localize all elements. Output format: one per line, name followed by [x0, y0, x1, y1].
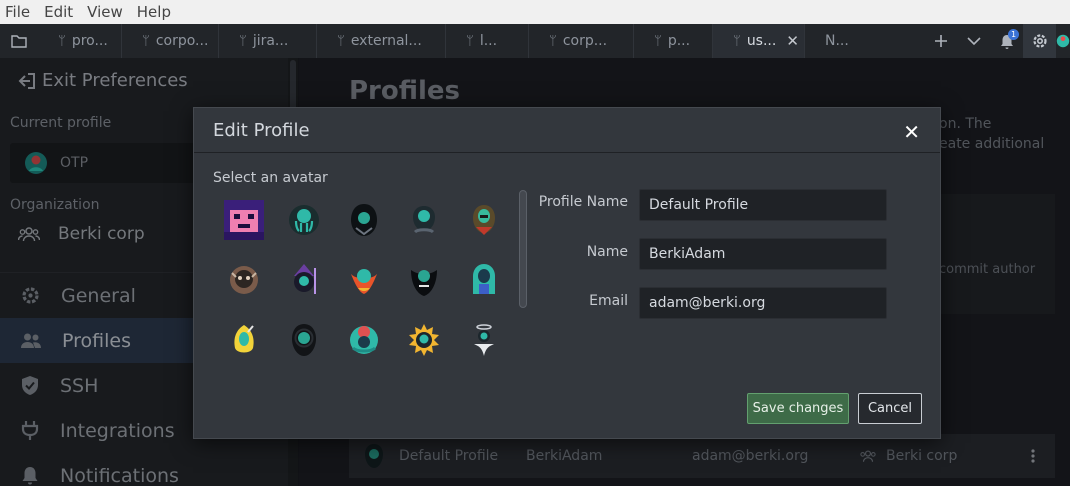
chevron-down-icon[interactable]	[957, 24, 990, 58]
edit-profile-dialog: Edit Profile ✕ Select an avatar Profile …	[193, 107, 941, 439]
fire-bird-avatar[interactable]	[334, 250, 394, 310]
cancel-button[interactable]: Cancel	[858, 393, 922, 424]
tab-repo-5[interactable]: ᛘ l...	[446, 24, 529, 58]
folder-icon[interactable]	[0, 24, 38, 58]
pixel-avatar[interactable]	[214, 190, 274, 250]
wizard-avatar[interactable]	[274, 250, 334, 310]
menu-view[interactable]: View	[87, 3, 123, 21]
tab-bar: ᛘ pro... ᛘ corpo... ᛘ jira... ᛘ external... …	[0, 24, 1070, 58]
branch-icon: ᛘ	[58, 33, 66, 49]
pharaoh-avatar[interactable]	[454, 250, 514, 310]
tab-repo-6[interactable]: ᛘ corp...	[529, 24, 634, 58]
account-avatar[interactable]	[1056, 24, 1070, 58]
branch-icon: ᛘ	[466, 33, 474, 49]
profile-name-label: Profile Name	[538, 194, 628, 210]
add-tab-icon[interactable]	[924, 24, 957, 58]
branch-icon: ᛘ	[654, 33, 662, 49]
warrior-avatar[interactable]	[454, 190, 514, 250]
menu-help[interactable]: Help	[137, 3, 171, 21]
tab-actions: 1	[924, 24, 1070, 58]
angel-avatar[interactable]	[454, 310, 514, 370]
reaper-avatar[interactable]	[274, 310, 334, 370]
branch-icon: ᛘ	[239, 33, 247, 49]
alien-avatar[interactable]	[394, 190, 454, 250]
close-icon[interactable]: ✕	[903, 120, 920, 144]
medusa-avatar[interactable]	[334, 310, 394, 370]
dialog-title: Edit Profile	[213, 119, 310, 141]
profile-name-input[interactable]: Default Profile	[639, 189, 887, 221]
dialog-header: Edit Profile	[194, 108, 940, 153]
sun-avatar[interactable]	[394, 310, 454, 370]
banana-avatar[interactable]	[214, 310, 274, 370]
tab-repo-4[interactable]: ᛘ external...	[317, 24, 446, 58]
name-input[interactable]: BerkiAdam	[639, 238, 887, 270]
avatar-label: Select an avatar	[213, 170, 328, 186]
close-tab-icon[interactable]: ✕	[786, 32, 799, 50]
save-changes-button[interactable]: Save changes	[747, 393, 849, 424]
branch-icon: ᛘ	[733, 33, 741, 49]
tab-repo-7[interactable]: ᛘ p...	[634, 24, 713, 58]
hooded-avatar[interactable]	[334, 190, 394, 250]
avatar-grid	[214, 190, 514, 370]
tab-repo-3[interactable]: ᛘ jira...	[219, 24, 317, 58]
email-label: Email	[589, 293, 628, 309]
name-label: Name	[586, 244, 628, 260]
bell-icon[interactable]: 1	[990, 24, 1023, 58]
tab-repo-2[interactable]: ᛘ corpo...	[122, 24, 219, 58]
menu-edit[interactable]: Edit	[44, 3, 73, 21]
tab-repo-1[interactable]: ᛘ pro...	[38, 24, 122, 58]
email-input[interactable]: adam@berki.org	[639, 287, 887, 319]
octopus-avatar[interactable]	[274, 190, 334, 250]
notification-badge: 1	[1008, 29, 1019, 40]
tab-new[interactable]: N...	[805, 24, 861, 58]
dark-knight-avatar[interactable]	[394, 250, 454, 310]
menu-bar: File Edit View Help	[0, 0, 1070, 24]
monkey-avatar[interactable]	[214, 250, 274, 310]
branch-icon: ᛘ	[549, 33, 557, 49]
tab-preferences[interactable]: ᛘ us... ✕	[713, 24, 805, 58]
menu-file[interactable]: File	[5, 3, 30, 21]
branch-icon: ᛘ	[142, 33, 150, 49]
branch-icon: ᛘ	[337, 33, 345, 49]
gear-icon[interactable]	[1023, 24, 1056, 58]
